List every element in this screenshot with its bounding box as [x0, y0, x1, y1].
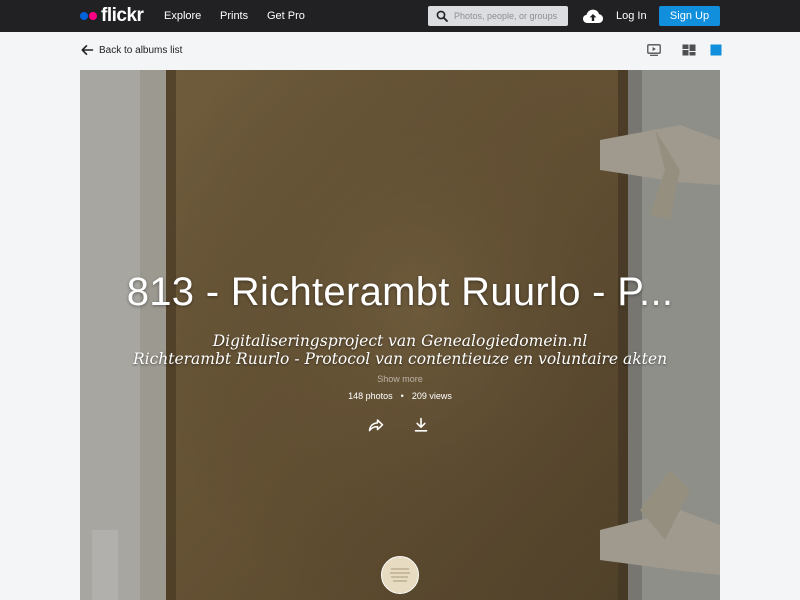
search-input[interactable]	[452, 11, 564, 21]
album-cover: 813 - Richterambt Ruurlo - P... Digitali…	[80, 70, 720, 600]
back-label: Back to albums list	[99, 44, 183, 56]
single-view-icon[interactable]	[709, 44, 723, 56]
arrow-left-icon	[81, 45, 94, 55]
description-line: Richterambt Ruurlo - Protocol van conten…	[132, 350, 668, 368]
grid-view-icon[interactable]	[682, 44, 696, 56]
search-box[interactable]	[428, 6, 568, 26]
stats-separator: •	[400, 391, 404, 401]
owner-avatar[interactable]	[381, 556, 419, 594]
login-link[interactable]: Log In	[616, 0, 647, 32]
signup-button[interactable]: Sign Up	[659, 6, 720, 26]
album-stats: 148 photos • 209 views	[80, 391, 720, 401]
slideshow-icon[interactable]	[647, 44, 661, 56]
nav-link-get-pro[interactable]: Get Pro	[267, 0, 305, 32]
download-icon[interactable]	[412, 416, 430, 434]
nav-link-prints[interactable]: Prints	[220, 0, 248, 32]
back-to-albums-link[interactable]: Back to albums list	[80, 42, 182, 58]
upload-cloud-icon[interactable]	[582, 7, 604, 25]
album-description: Digitaliseringsproject van Genealogiedom…	[80, 332, 720, 368]
description-line: Digitaliseringsproject van Genealogiedom…	[212, 332, 588, 350]
top-navigation-bar: flickr Explore Prints Get Pro Log In Sig…	[0, 0, 800, 32]
logo-wordmark: flickr	[101, 5, 144, 26]
nav-link-explore[interactable]: Explore	[164, 0, 201, 32]
view-count: 209 views	[411, 391, 452, 401]
show-more-link[interactable]: Show more	[80, 374, 720, 384]
album-title: 813 - Richterambt Ruurlo - P...	[126, 270, 674, 314]
photo-count: 148 photos	[348, 391, 393, 401]
flickr-logo[interactable]: flickr	[80, 0, 144, 32]
share-icon[interactable]	[367, 416, 385, 434]
avatar-seal-image	[382, 557, 418, 593]
logo-pink-dot	[89, 12, 97, 20]
search-icon[interactable]	[432, 6, 452, 26]
logo-blue-dot	[80, 12, 88, 20]
